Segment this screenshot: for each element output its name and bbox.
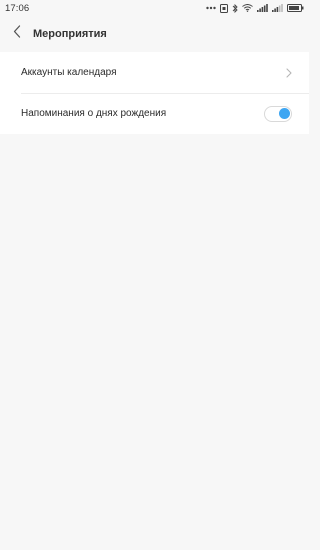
app-header: Мероприятия <box>0 16 309 52</box>
sim-icon <box>220 3 228 13</box>
chevron-right-icon <box>286 67 292 78</box>
calendar-accounts-label: Аккаунты календаря <box>21 67 117 78</box>
toggle-knob <box>278 108 290 119</box>
status-icons <box>206 3 304 13</box>
page-title: Мероприятия <box>33 28 107 40</box>
wifi-icon <box>242 4 253 12</box>
calendar-accounts-item[interactable]: Аккаунты календаря <box>0 52 309 93</box>
back-button[interactable] <box>2 16 32 52</box>
signal-icon <box>257 4 268 12</box>
dots-icon <box>206 5 216 11</box>
birthday-reminders-item: Напоминания о днях рождения <box>0 93 309 134</box>
birthday-reminders-toggle[interactable] <box>264 105 292 122</box>
settings-list: Аккаунты календаря Напоминания о днях ро… <box>0 52 309 134</box>
signal-icon <box>272 4 283 12</box>
back-chevron-icon <box>13 25 21 43</box>
birthday-reminders-label: Напоминания о днях рождения <box>21 108 167 119</box>
bluetooth-icon <box>232 3 238 13</box>
status-time: 17:06 <box>5 2 30 14</box>
status-bar: 17:06 <box>0 0 309 16</box>
battery-icon <box>287 4 304 12</box>
